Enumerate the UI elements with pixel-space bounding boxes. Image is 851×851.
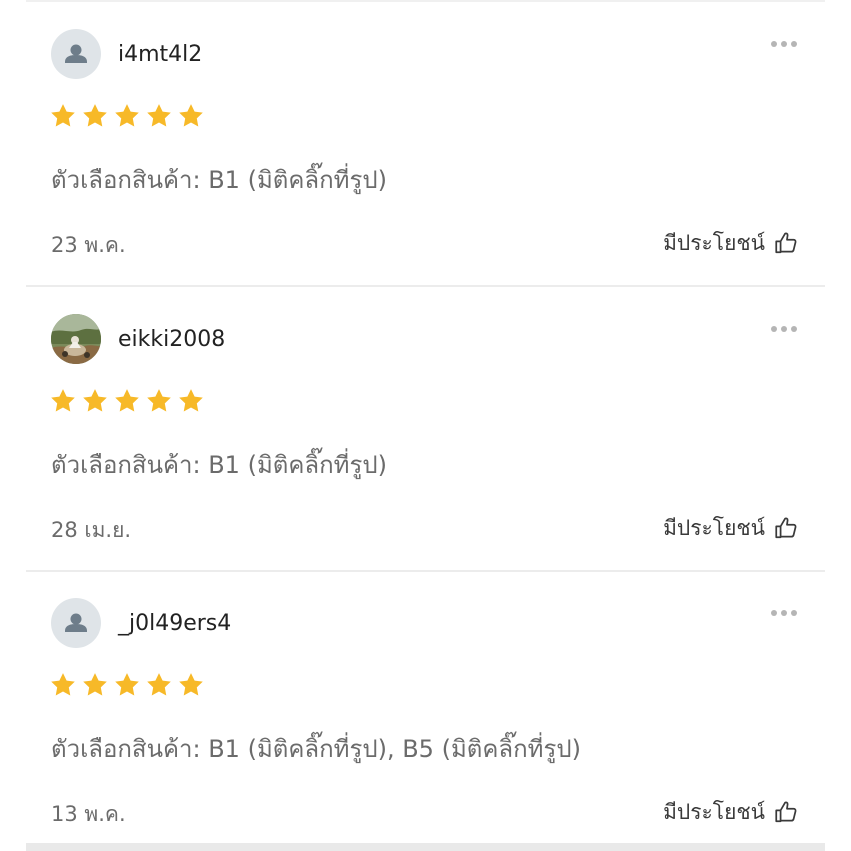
product-variation: ตัวเลือกสินค้า: B1 (มิติคลิ๊กที่รูป) (51, 166, 387, 194)
star-icon (177, 671, 205, 699)
star-icon (113, 387, 141, 415)
helpful-button[interactable]: มีประโยชน์ (663, 797, 799, 827)
rating-stars (49, 671, 205, 699)
review-date: 23 พ.ค. (51, 233, 126, 257)
helpful-button[interactable]: มีประโยชน์ (663, 228, 799, 258)
review-list: i4mt4l2 ตัวเลือกสินค้า: B1 (มิติคลิ๊กที่… (0, 0, 851, 851)
star-icon (49, 671, 77, 699)
helpful-label: มีประโยชน์ (663, 516, 765, 540)
review-date: 13 พ.ค. (51, 802, 126, 826)
star-icon (49, 102, 77, 130)
bottom-divider (26, 843, 825, 851)
user-avatar[interactable] (51, 29, 101, 79)
rating-stars (49, 102, 205, 130)
helpful-label: มีประโยชน์ (663, 800, 765, 824)
photo-avatar-icon (51, 314, 101, 364)
star-icon (81, 387, 109, 415)
review-item: _j0l49ers4 ตัวเลือกสินค้า: B1 (มิติคลิ๊ก… (0, 571, 851, 843)
star-icon (177, 102, 205, 130)
user-avatar[interactable] (51, 598, 101, 648)
review-item: i4mt4l2 ตัวเลือกสินค้า: B1 (มิติคลิ๊กที่… (0, 2, 851, 287)
star-icon (145, 102, 173, 130)
product-variation: ตัวเลือกสินค้า: B1 (มิติคลิ๊กที่รูป), B5… (51, 735, 581, 763)
review-username[interactable]: _j0l49ers4 (118, 609, 231, 639)
more-options-icon[interactable] (764, 601, 804, 625)
rating-stars (49, 387, 205, 415)
thumbs-up-icon (773, 230, 799, 256)
star-icon (81, 671, 109, 699)
review-date: 28 เม.ย. (51, 518, 132, 542)
product-variation: ตัวเลือกสินค้า: B1 (มิติคลิ๊กที่รูป) (51, 451, 387, 479)
star-icon (49, 387, 77, 415)
star-icon (145, 671, 173, 699)
helpful-label: มีประโยชน์ (663, 231, 765, 255)
review-username[interactable]: i4mt4l2 (118, 40, 202, 70)
default-user-icon (65, 613, 87, 632)
review-item: eikki2008 ตัวเลือกสินค้า: B1 (มิติคลิ๊กท… (0, 287, 851, 572)
user-avatar[interactable] (51, 314, 101, 364)
helpful-button[interactable]: มีประโยชน์ (663, 513, 799, 543)
more-options-icon[interactable] (764, 317, 804, 341)
thumbs-up-icon (773, 515, 799, 541)
thumbs-up-icon (773, 799, 799, 825)
star-icon (81, 102, 109, 130)
review-username[interactable]: eikki2008 (118, 325, 225, 355)
more-options-icon[interactable] (764, 32, 804, 56)
star-icon (145, 387, 173, 415)
star-icon (113, 102, 141, 130)
star-icon (113, 671, 141, 699)
star-icon (177, 387, 205, 415)
default-user-icon (65, 44, 87, 63)
